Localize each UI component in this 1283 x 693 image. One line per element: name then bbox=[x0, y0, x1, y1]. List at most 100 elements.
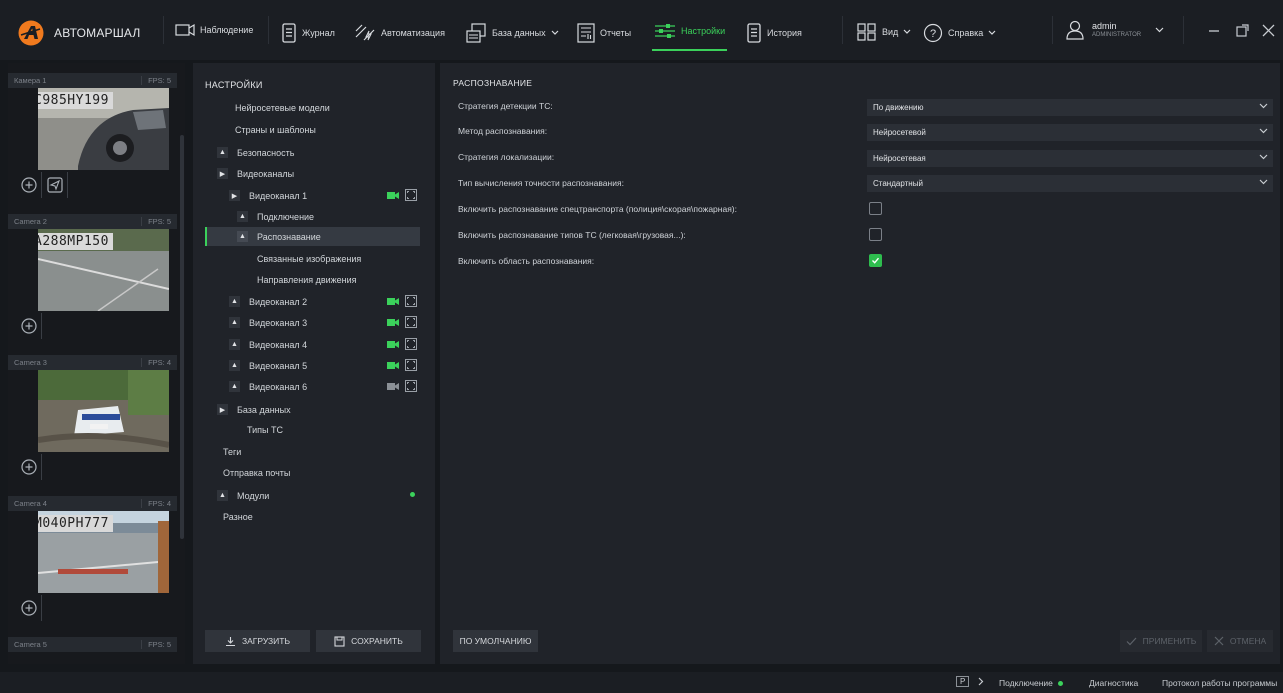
tree-item-neural-models[interactable]: Нейросетевые модели bbox=[235, 103, 330, 113]
tree-item-videochannel-1[interactable]: ▶ Видеоканал 1 bbox=[229, 190, 307, 201]
tree-item-videochannel-5[interactable]: ▲ Видеоканал 5 bbox=[229, 360, 307, 371]
tree-item-vehicle-types[interactable]: Типы ТС bbox=[247, 425, 283, 435]
recognition-method-select[interactable]: Нейросетевой bbox=[867, 124, 1273, 141]
nav-settings[interactable]: Настройки bbox=[651, 23, 728, 51]
vehicle-types-checkbox[interactable] bbox=[869, 228, 882, 241]
camera-tile[interactable]: Camera 4 FPS: 4 M040PH777 bbox=[8, 496, 177, 623]
collapse-icon[interactable]: ▲ bbox=[217, 490, 228, 501]
nav-reports[interactable]: Отчеты bbox=[577, 23, 631, 43]
settings-title: РАСПОЗНАВАНИЕ bbox=[453, 78, 533, 88]
accuracy-type-select[interactable]: Стандартный bbox=[867, 175, 1273, 192]
collapse-icon[interactable]: ▲ bbox=[229, 317, 240, 328]
status-bar: P Подключение Диагностика Протокол работ… bbox=[0, 672, 1283, 693]
chevron-right-icon[interactable] bbox=[978, 677, 984, 686]
nav-help-label: Справка bbox=[948, 28, 984, 38]
camera-tile[interactable]: Камера 1 FPS: 5 C985HY199 bbox=[8, 73, 177, 200]
user-menu[interactable]: admin ADMINISTRATOR bbox=[1066, 20, 1164, 40]
tree-item-tags[interactable]: Теги bbox=[223, 447, 241, 457]
recognition-area-checkbox[interactable] bbox=[869, 254, 882, 267]
camera-preview[interactable]: M040PH777 bbox=[38, 511, 169, 593]
tree-item-modules[interactable]: ▲ Модули bbox=[217, 490, 269, 501]
apply-button[interactable]: ПРИМЕНИТЬ bbox=[1120, 630, 1202, 652]
camera-preview[interactable]: C985HY199 bbox=[38, 88, 169, 170]
camera-tile[interactable]: Camera 2 FPS: 5 A288MP150 bbox=[8, 214, 177, 341]
tree-item-videochannel-4[interactable]: ▲ Видеоканал 4 bbox=[229, 339, 307, 350]
camera-list: Камера 1 FPS: 5 C985HY199 Camera 2 FPS: 5 … bbox=[8, 63, 185, 664]
screen-icon[interactable] bbox=[405, 359, 417, 371]
tree-item-countries[interactable]: Страны и шаблоны bbox=[235, 125, 316, 135]
nav-observation[interactable]: Наблюдение bbox=[175, 23, 253, 37]
screen-icon[interactable] bbox=[405, 189, 417, 201]
video-camera-inactive-icon bbox=[387, 382, 399, 391]
minimize-icon[interactable] bbox=[1208, 29, 1220, 33]
screen-icon[interactable] bbox=[405, 338, 417, 350]
tree-item-directions[interactable]: Направления движения bbox=[257, 275, 357, 285]
tree-item-connection[interactable]: ▲ Подключение bbox=[237, 211, 314, 222]
tree-item-label: Безопасность bbox=[237, 147, 295, 158]
nav-automation[interactable]: Автоматизация bbox=[354, 23, 445, 43]
tree-item-related-images[interactable]: Связанные изображения bbox=[257, 254, 361, 264]
nav-database[interactable]: База данных bbox=[465, 23, 559, 43]
tree-item-recognition[interactable]: ▲ Распознавание bbox=[237, 231, 321, 242]
add-icon[interactable] bbox=[16, 454, 42, 480]
send-icon[interactable] bbox=[42, 172, 68, 198]
detection-strategy-select[interactable]: По движению bbox=[867, 99, 1273, 116]
load-button[interactable]: ЗАГРУЗИТЬ bbox=[205, 630, 310, 652]
camera-tile[interactable]: Camera 5 FPS: 5 bbox=[8, 637, 177, 652]
tree-item-security[interactable]: ▲ Безопасность bbox=[217, 147, 294, 158]
expand-icon[interactable]: ▶ bbox=[217, 404, 228, 415]
screen-icon[interactable] bbox=[405, 316, 417, 328]
program-log-link[interactable]: Протокол работы программы bbox=[1162, 678, 1277, 688]
tree-item-videochannels[interactable]: ▶ Видеоканалы bbox=[217, 168, 294, 179]
nav-help[interactable]: ? Справка bbox=[923, 23, 996, 43]
tree-item-database[interactable]: ▶ База данных bbox=[217, 404, 291, 415]
camera-tile[interactable]: Camera 3 FPS: 4 bbox=[8, 355, 177, 482]
save-button[interactable]: СОХРАНИТЬ bbox=[316, 630, 421, 652]
collapse-icon[interactable]: ▲ bbox=[237, 211, 248, 222]
close-icon[interactable] bbox=[1262, 24, 1275, 37]
nav-journal[interactable]: Журнал bbox=[281, 23, 335, 43]
add-icon[interactable] bbox=[16, 172, 42, 198]
default-button[interactable]: ПО УМОЛЧАНИЮ bbox=[453, 630, 538, 652]
svg-text:?: ? bbox=[930, 28, 936, 40]
tree-item-mail[interactable]: Отправка почты bbox=[223, 468, 290, 478]
cancel-button[interactable]: ОТМЕНА bbox=[1207, 630, 1273, 652]
camera-preview[interactable]: A288MP150 bbox=[38, 229, 169, 311]
tree-item-videochannel-2[interactable]: ▲ Видеоканал 2 bbox=[229, 296, 307, 307]
collapse-icon[interactable]: ▲ bbox=[217, 147, 228, 158]
collapse-icon[interactable]: ▲ bbox=[229, 381, 240, 392]
p-badge[interactable]: P bbox=[956, 676, 970, 687]
expand-icon[interactable]: ▶ bbox=[229, 190, 240, 201]
tree-item-misc[interactable]: Разное bbox=[223, 512, 253, 522]
top-bar: АВТОМАРШАЛ Наблюдение Журнал Автоматизац… bbox=[0, 0, 1283, 60]
save-button-label: СОХРАНИТЬ bbox=[351, 636, 403, 646]
connection-status[interactable]: Подключение bbox=[999, 678, 1053, 688]
add-icon[interactable] bbox=[16, 313, 42, 339]
nav-database-label: База данных bbox=[492, 28, 546, 38]
expand-icon[interactable]: ▶ bbox=[217, 168, 228, 179]
collapse-icon[interactable]: ▲ bbox=[229, 296, 240, 307]
tree-item-label: Видеоканал 4 bbox=[249, 339, 308, 350]
screen-icon[interactable] bbox=[405, 295, 417, 307]
diagnostics-link[interactable]: Диагностика bbox=[1089, 678, 1138, 688]
add-icon[interactable] bbox=[16, 595, 42, 621]
tree-item-videochannel-6[interactable]: ▲ Видеоканал 6 bbox=[229, 381, 307, 392]
tree-item-label: Видеоканал 5 bbox=[249, 360, 308, 371]
chevron-down-icon bbox=[1259, 128, 1268, 134]
collapse-icon[interactable]: ▲ bbox=[237, 231, 248, 242]
nav-view[interactable]: Вид bbox=[857, 23, 911, 41]
field-label: Стратегия локализации: bbox=[458, 152, 555, 162]
user-name: admin bbox=[1092, 20, 1117, 31]
report-icon bbox=[577, 23, 595, 43]
collapse-icon[interactable]: ▲ bbox=[229, 339, 240, 350]
special-vehicles-checkbox[interactable] bbox=[869, 202, 882, 215]
screen-icon[interactable] bbox=[405, 380, 417, 392]
app-title: АВТОМАРШАЛ bbox=[54, 26, 141, 40]
camera-preview[interactable] bbox=[38, 370, 169, 452]
restore-icon[interactable] bbox=[1236, 24, 1249, 37]
collapse-icon[interactable]: ▲ bbox=[229, 360, 240, 371]
localization-strategy-select[interactable]: Нейросетевая bbox=[867, 150, 1273, 167]
nav-history[interactable]: История bbox=[746, 23, 802, 43]
camera-list-scrollbar[interactable] bbox=[180, 135, 184, 539]
tree-item-videochannel-3[interactable]: ▲ Видеоканал 3 bbox=[229, 317, 307, 328]
